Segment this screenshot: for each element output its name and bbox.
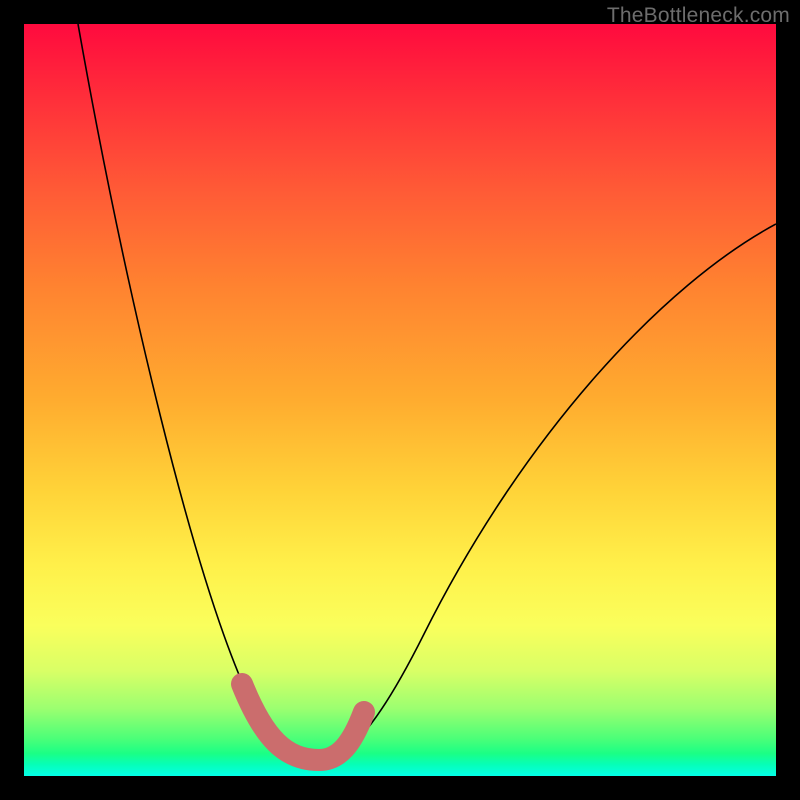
curve-svg <box>24 24 776 776</box>
right-curve <box>314 224 776 762</box>
watermark-text: TheBottleneck.com <box>607 4 790 28</box>
pink-overlay <box>242 684 364 760</box>
left-curve <box>78 24 314 762</box>
plot-area <box>24 24 776 776</box>
